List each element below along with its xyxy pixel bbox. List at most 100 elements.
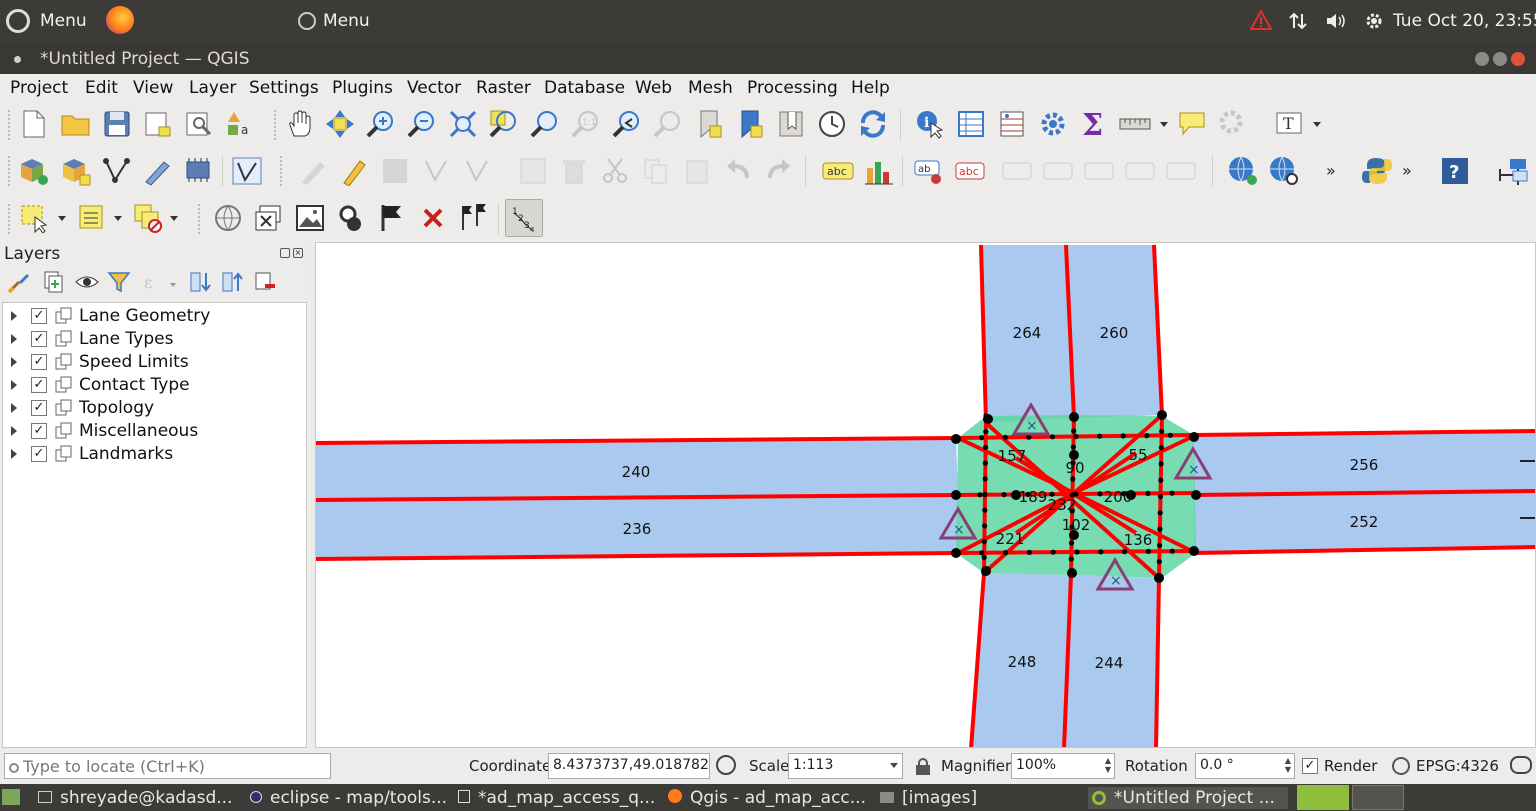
menu-project[interactable]: Project (10, 78, 68, 98)
coordinate-field[interactable]: 8.4373737,49.0187820 (548, 753, 710, 779)
rotation-spin-icon[interactable]: ▲ ▼ (1285, 756, 1291, 774)
new-3d-map-icon[interactable] (212, 202, 244, 234)
label-toolbar-icon[interactable]: abc (822, 155, 854, 187)
magnifier-field[interactable]: 100% ▲ ▼ (1011, 753, 1115, 779)
taskbar-item-files[interactable]: [images] (880, 787, 977, 809)
save-project-icon[interactable] (101, 108, 133, 140)
filter-legend-icon[interactable] (106, 269, 132, 295)
pan-to-selection-icon[interactable] (324, 108, 356, 140)
layout-manager-icon[interactable] (183, 108, 215, 140)
toolbar-overflow-chevron-2-icon[interactable]: » (1402, 161, 1412, 180)
crs-globe-icon[interactable] (1392, 757, 1410, 775)
menu-web[interactable]: Web (635, 78, 672, 98)
expand-arrow-icon[interactable] (11, 380, 17, 390)
new-feature-pen-icon[interactable] (142, 155, 174, 187)
vertex-tool-icon[interactable] (461, 155, 493, 187)
layer-visibility-checkbox[interactable]: ✓ (31, 308, 47, 324)
data-source-manager-icon[interactable] (18, 155, 50, 187)
new-geopackage-layer-icon[interactable] (60, 155, 92, 187)
show-hide-labels-icon[interactable] (1002, 155, 1034, 187)
scale-dropdown-icon[interactable] (890, 763, 898, 768)
close-button[interactable] (1511, 52, 1525, 66)
toggle-extents-icon[interactable] (716, 755, 736, 775)
style-layer-icon[interactable] (6, 269, 32, 295)
menu-layer[interactable]: Layer (189, 78, 236, 98)
metasearch-icon[interactable] (1268, 155, 1300, 187)
layer-row[interactable]: ✓ Lane Geometry (3, 305, 303, 328)
highlight-pinned-labels-icon[interactable]: abc (955, 155, 987, 187)
scale-field[interactable]: 1:113 (788, 753, 903, 779)
measure-icon[interactable] (1119, 108, 1151, 140)
copy-features-icon[interactable] (640, 155, 672, 187)
refresh-icon[interactable] (857, 108, 889, 140)
text-annotation-icon[interactable]: T (1274, 108, 1306, 140)
settings-gear-icon[interactable] (1364, 11, 1384, 31)
current-edits-icon[interactable] (297, 155, 329, 187)
workspace-1[interactable] (1297, 785, 1349, 810)
menu-vector[interactable]: Vector (407, 78, 461, 98)
layer-visibility-checkbox[interactable]: ✓ (31, 331, 47, 347)
map-svg[interactable]: ×××× 264 260240236256252248 2441579055189 2… (316, 243, 1536, 748)
layer-visibility-checkbox[interactable]: ✓ (31, 446, 47, 462)
clear-flags-icon[interactable] (417, 202, 449, 234)
redo-icon[interactable] (763, 155, 795, 187)
firefox-icon[interactable] (106, 6, 134, 34)
taskbar-item-firefox[interactable]: Qgis - ad_map_acc... (668, 787, 866, 809)
taskbar-item-terminal[interactable]: shreyade@kadasd... (38, 787, 232, 809)
map-tips-icon[interactable] (1176, 108, 1208, 140)
lock-scale-icon[interactable] (916, 758, 930, 775)
cut-features-icon[interactable] (599, 155, 631, 187)
new-bookmark-icon[interactable] (693, 108, 725, 140)
style-manager-icon[interactable]: a (224, 108, 256, 140)
python-console-icon[interactable] (1361, 155, 1393, 187)
layer-row[interactable]: ✓ Miscellaneous (3, 420, 303, 443)
menu-help[interactable]: Help (851, 78, 890, 98)
new-map-view-icon[interactable] (253, 202, 285, 234)
change-label-icon[interactable] (1125, 155, 1157, 187)
new-virtual-layer-icon[interactable] (183, 155, 215, 187)
expand-arrow-icon[interactable] (11, 311, 17, 321)
menu-raster[interactable]: Raster (476, 78, 531, 98)
field-calculator-icon[interactable] (996, 108, 1028, 140)
select-features-icon[interactable] (18, 202, 50, 234)
menu-view[interactable]: View (133, 78, 173, 98)
pan-icon[interactable] (283, 108, 315, 140)
layer-visibility-checkbox[interactable]: ✓ (31, 423, 47, 439)
digitize-vertex-icon[interactable] (101, 155, 133, 187)
route-numbering-icon[interactable]: 1234 (505, 199, 543, 237)
toolbox-icon[interactable] (1037, 108, 1069, 140)
show-spatial-bookmarks-icon[interactable] (775, 108, 807, 140)
menu-mesh[interactable]: Mesh (688, 78, 733, 98)
zoom-out-icon[interactable] (406, 108, 438, 140)
new-project-icon[interactable] (18, 108, 50, 140)
menu-edit[interactable]: Edit (85, 78, 118, 98)
flag-icon[interactable] (376, 202, 408, 234)
layer-row[interactable]: ✓ Lane Types (3, 328, 303, 351)
statistics-icon[interactable]: Σ (1078, 108, 1110, 140)
system-menu-button[interactable]: Menu (40, 11, 87, 31)
pin-unpin-labels-icon[interactable]: ab (914, 155, 946, 187)
zoom-to-layer-icon[interactable] (529, 108, 561, 140)
select-by-value-icon[interactable] (76, 202, 108, 234)
help-contents-icon[interactable]: ? (1439, 155, 1471, 187)
move-label-icon[interactable] (1043, 155, 1075, 187)
menu-processing[interactable]: Processing (747, 78, 838, 98)
layer-visibility-checkbox[interactable]: ✓ (31, 354, 47, 370)
warning-icon[interactable] (1250, 10, 1272, 30)
close-panel-icon[interactable]: × (293, 248, 303, 258)
multi-flag-icon[interactable] (458, 202, 490, 234)
temporal-controller-icon[interactable] (816, 108, 848, 140)
minimize-button[interactable] (1475, 52, 1489, 66)
coordinate-capture-icon[interactable] (1496, 155, 1528, 187)
magnifier-spin-icon[interactable]: ▲ ▼ (1105, 756, 1111, 774)
open-project-icon[interactable] (60, 108, 92, 140)
print-layout-icon[interactable] (142, 108, 174, 140)
add-wms-layer-icon[interactable] (1227, 155, 1259, 187)
edit-vertex-tool-icon[interactable] (231, 155, 263, 187)
toggle-editing-icon[interactable] (338, 155, 370, 187)
network-icon[interactable] (1289, 12, 1307, 30)
zoom-next-icon[interactable] (652, 108, 684, 140)
app-menu-button[interactable]: Menu (323, 11, 370, 31)
filter-by-expression-icon[interactable]: ε (140, 269, 166, 295)
messages-icon[interactable] (1510, 756, 1532, 774)
